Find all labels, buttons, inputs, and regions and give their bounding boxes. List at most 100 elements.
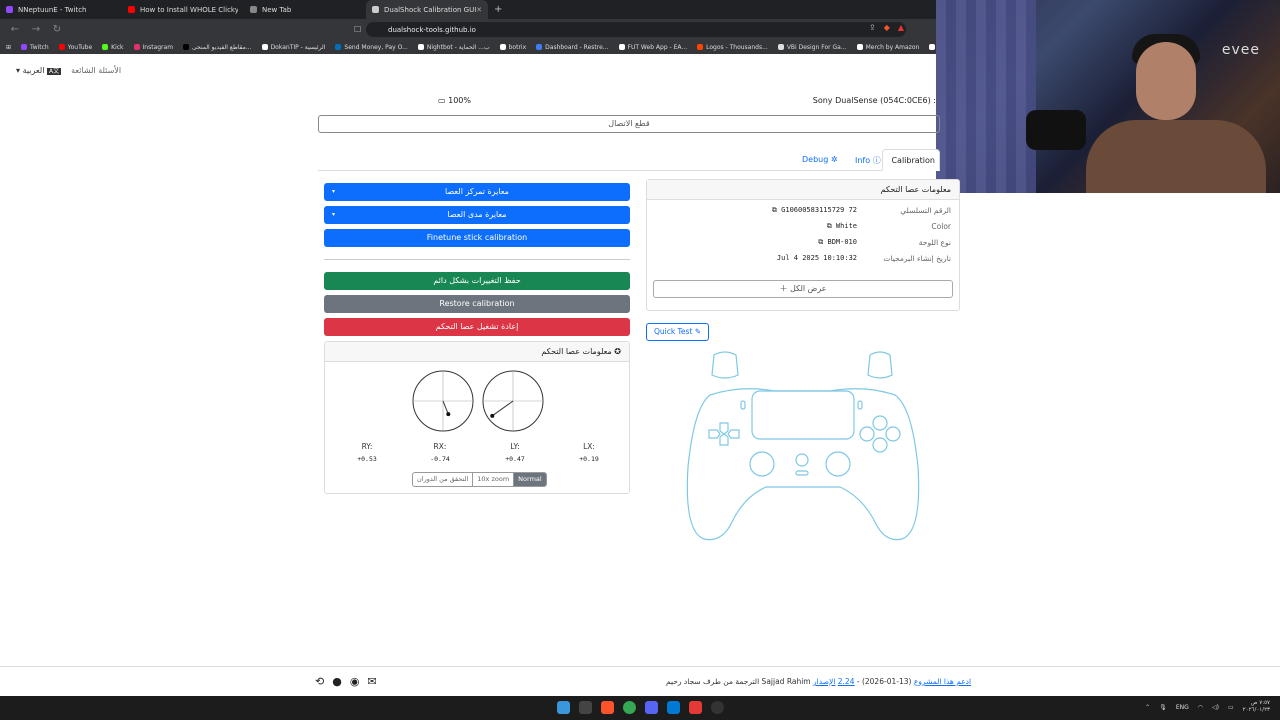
bookmark-item[interactable]: Twitch (21, 44, 49, 51)
bookmark-item[interactable]: Instagram (133, 43, 174, 51)
finetune-button[interactable]: Finetune stick calibration (324, 229, 630, 247)
tab-debug[interactable]: Debug ✲ (802, 155, 838, 164)
stick-card-header: معلومات عصا التحكم ✪ (325, 342, 629, 362)
media-icon[interactable] (689, 701, 702, 714)
obs-icon[interactable] (711, 701, 724, 714)
axis-ry: RY: +0.53 (352, 442, 382, 463)
battery-tray-icon[interactable]: ▭ (1228, 704, 1234, 711)
bookmark-item[interactable]: VBi Design For Ga... (777, 44, 847, 51)
browser-tab-newtab[interactable]: New Tab (244, 0, 366, 19)
history-icon[interactable]: ⟲ (315, 675, 324, 688)
close-tab-icon[interactable]: ✕ (476, 6, 482, 14)
copy-serial[interactable]: ⧉ G10600583115729 72 (707, 206, 857, 215)
bookmark-item[interactable]: botrix (499, 44, 526, 51)
rewards-icon[interactable]: ▲ (898, 23, 904, 32)
bookmark-item[interactable]: Logos - Thousands... (697, 44, 768, 51)
start-icon[interactable] (557, 701, 570, 714)
center-calibration-button[interactable]: ▾ معايرة تمركز العصا (324, 183, 630, 201)
bookmark-item[interactable]: Dashboard - Restre... (536, 44, 609, 51)
triangle-button (872, 415, 888, 431)
wifi-icon[interactable]: ◠ (1198, 704, 1203, 711)
ps-button (795, 453, 809, 467)
bookmark-item[interactable]: Kick (102, 43, 124, 51)
bookmark-label: YouTube (67, 43, 93, 51)
disconnect-button[interactable]: قطع الاتصال (318, 115, 940, 133)
faq-link[interactable]: الأسئلة الشائعة (71, 66, 121, 75)
check-rotation-toggle[interactable]: التحقق من الدوران (413, 473, 472, 486)
brave-icon[interactable] (601, 701, 614, 714)
github-icon[interactable]: ● (332, 675, 342, 688)
browser-tab-youtube[interactable]: How to Install WHOLE Clicky Kit on P (122, 0, 244, 19)
mic-icon[interactable]: 🎙 (1159, 704, 1167, 711)
reload-icon[interactable]: ↻ (51, 24, 63, 35)
bookmark-item[interactable]: YouTube (58, 43, 93, 51)
copy-board[interactable]: ⧉ BDM-010 (707, 238, 857, 247)
version-link[interactable]: 2.24 (838, 677, 855, 686)
axis-rx-value: -0.74 (430, 455, 450, 463)
app-icon[interactable] (667, 701, 680, 714)
save-button[interactable]: حفظ التغييرات بشكل دائم (324, 272, 630, 290)
share-icon[interactable]: ⇪ (869, 23, 876, 32)
version-label[interactable]: الإصدار (813, 677, 835, 686)
chevron-up-icon[interactable]: ⌃ (1145, 704, 1150, 711)
bookmark-item[interactable]: DokanTIP - الرئيسية (261, 44, 325, 51)
copy-icon[interactable]: ⧉ (772, 206, 777, 214)
search-icon[interactable] (579, 701, 592, 714)
volume-icon[interactable]: ◁) (1212, 704, 1219, 711)
bug-icon: ✲ (830, 155, 838, 164)
bookmark-item[interactable]: FUT Web App - EA... (618, 44, 687, 51)
copy-color[interactable]: ⧉ White (707, 222, 857, 231)
url-field[interactable]: ☐ dualshock-tools.github.io (354, 22, 906, 37)
bookmark-item[interactable]: Video to and (929, 44, 936, 51)
zoom-normal-toggle[interactable]: Normal (513, 473, 546, 486)
browser-tab-dualshock[interactable]: DualShock Calibration GUI ✕ (366, 0, 488, 19)
plus-icon: ＋ (779, 284, 788, 293)
brave-shield-icon[interactable]: ◆ (884, 23, 890, 32)
show-all-button[interactable]: ＋ عرض الكل (653, 280, 953, 298)
bookmark-item[interactable]: Send Money, Pay O... (335, 44, 408, 51)
zoom-10x-toggle[interactable]: 10x zoom (472, 473, 513, 486)
bookmark-label: Nightbot - ب... الحماية (426, 43, 490, 51)
tab-info[interactable]: Info ⓘ (855, 155, 881, 166)
bookmark-label: Instagram (142, 43, 174, 51)
device-name: Sony DualSense (054C:0CE6) : (812, 96, 936, 105)
bookmark-item[interactable]: Nightbot - ب... الحماية (417, 43, 490, 51)
taskbar: ⌃ 🎙 ENG ◠ ◁) ▭ ٧:٥٧ ص ٢٠٢٦/٠١/٢٣ (0, 696, 1280, 720)
stick-info-card: معلومات عصا التحكم ✪ RY: +0.53 RX: -0.74 L… (324, 341, 630, 494)
bookmark-label: مقاطع الفيديو المنحى... (192, 43, 252, 51)
browser-tab-twitch[interactable]: NNeptuunE - Twitch (0, 0, 122, 19)
tab-calibration[interactable]: Calibration (882, 149, 940, 171)
quick-test-button[interactable]: Quick Test ✎ (646, 323, 709, 341)
language-label: العربية (22, 66, 45, 75)
copy-icon[interactable]: ⧉ (827, 222, 832, 230)
serial-value: G10600583115729 72 (781, 206, 857, 214)
bookmark-item[interactable]: Merch by Amazon (856, 44, 919, 51)
system-tray: ⌃ 🎙 ENG ◠ ◁) ▭ ٧:٥٧ ص ٢٠٢٦/٠١/٢٣ (1145, 700, 1270, 714)
dropdown-caret-icon: ▾ (332, 211, 336, 218)
bookmark-icon[interactable]: ☐ (354, 25, 361, 34)
chrome-icon[interactable] (623, 701, 636, 714)
range-calibration-button[interactable]: ▾ معايرة مدى العصا (324, 206, 630, 224)
discord-taskbar-icon[interactable] (645, 701, 658, 714)
language-dropdown[interactable]: ▾ العربية A文 (16, 66, 62, 75)
apps-icon[interactable]: ⊞ (6, 44, 11, 51)
reboot-button[interactable]: إعادة تشغيل عصا التحكم (324, 318, 630, 336)
lang-indicator[interactable]: ENG (1176, 704, 1189, 711)
bookmark-favicon-icon (261, 44, 268, 50)
clock[interactable]: ٧:٥٧ ص ٢٠٢٦/٠١/٢٣ (1243, 700, 1270, 714)
email-icon[interactable]: ✉ (367, 675, 376, 688)
copy-icon[interactable]: ⧉ (818, 238, 823, 246)
restore-button[interactable]: Restore calibration (324, 295, 630, 313)
support-link[interactable]: ادعم هذا المشروع (914, 677, 971, 686)
bookmark-item[interactable]: مقاطع الفيديو المنحى... (183, 44, 252, 51)
forward-icon[interactable]: → (30, 24, 42, 35)
bookmark-label: Kick (111, 43, 124, 51)
left-stick (749, 451, 775, 477)
right-stick-dot (490, 413, 495, 418)
address-bar-row: ← → ↻ ☐ dualshock-tools.github.io ⇪ ◆ ▲ (0, 19, 936, 40)
translate-icon: A文 (46, 68, 62, 75)
new-tab-button[interactable]: + (494, 4, 502, 15)
discord-icon[interactable]: ◉ (350, 675, 360, 688)
back-icon[interactable]: ← (9, 24, 21, 35)
youtube-icon (128, 6, 135, 13)
